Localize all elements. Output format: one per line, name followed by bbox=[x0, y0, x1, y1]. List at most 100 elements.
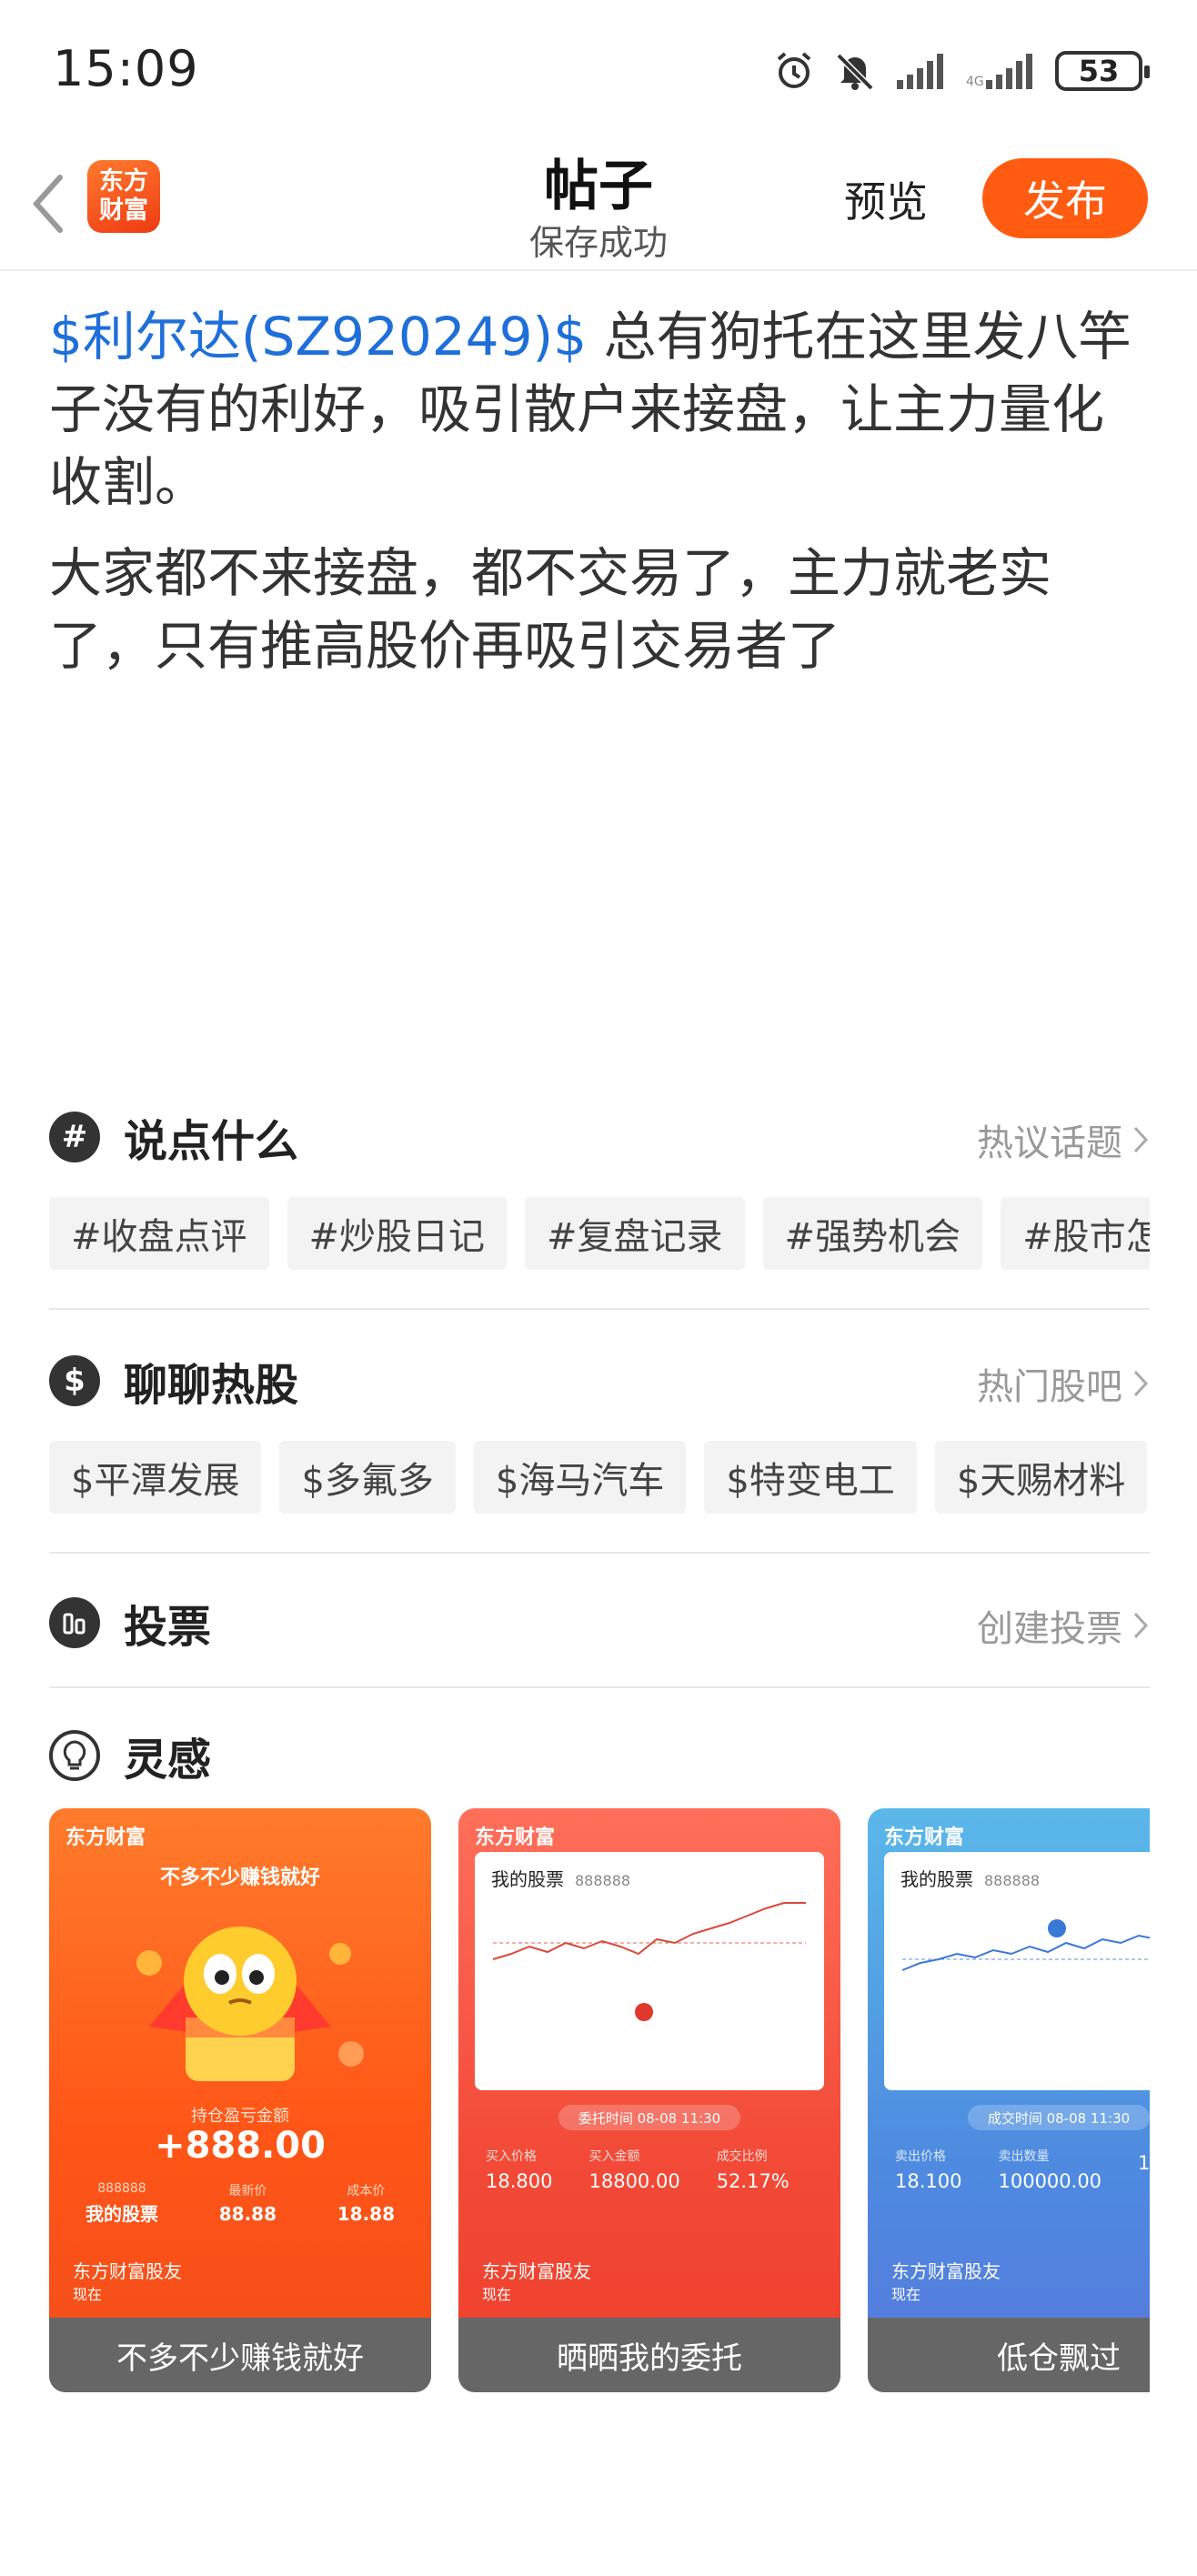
topic-chip[interactable]: #炒股日记 bbox=[287, 1197, 508, 1270]
cost-label: 成本价 bbox=[347, 2184, 386, 2199]
inspiration-cards: 东方财富 不多不少赚钱就好 持仓盈亏金额 +888.00 888888 我的股票 bbox=[49, 1808, 1150, 2392]
footer-time: 现在 bbox=[482, 2286, 512, 2303]
signal-icon bbox=[897, 54, 943, 89]
order-stat-value: 52.17% bbox=[716, 2170, 790, 2192]
card-footer: 东方财富股友 现在 bbox=[482, 2259, 591, 2307]
hot-stocks-section: $ 聊聊热股 热门股吧 $平潭发展 $多氟多 $海马汽车 $特变电工 $天赐材料 bbox=[49, 1344, 1150, 1514]
order-stat: 成交比例 52.17% bbox=[717, 2147, 790, 2192]
footer-name: 东方财富股友 bbox=[891, 2260, 1001, 2282]
inspiration-section: 灵感 bbox=[49, 1719, 1150, 1792]
post-paragraph-1: $利尔达(SZ920249)$ 总有狗托在这里发八竿子没有的利好，吸引散户来接盘… bbox=[49, 300, 1152, 518]
order-stat-value: 18.800 bbox=[486, 2170, 553, 2192]
stock-chip[interactable]: $平潭发展 bbox=[49, 1441, 262, 1514]
hot-stocks-title: 聊聊热股 bbox=[124, 1360, 299, 1411]
deal-stat-label: 卖出价格 bbox=[895, 2149, 946, 2164]
inspiration-card[interactable]: 东方财富 我的股票 888888 委托时间 08-08 11:30 买入价格 18.… bbox=[458, 1808, 840, 2392]
card-caption: 不多不少赚钱就好 bbox=[49, 2318, 431, 2392]
card-caption: 晒晒我的委托 bbox=[458, 2318, 840, 2392]
hot-topics-label: 热议话题 bbox=[977, 1122, 1122, 1164]
hot-topics-link[interactable]: 热议话题 bbox=[977, 1113, 1150, 1166]
hot-stocks-link-label: 热门股吧 bbox=[977, 1366, 1122, 1408]
vote-title: 投票 bbox=[124, 1602, 212, 1653]
status-time: 15:09 bbox=[53, 40, 199, 97]
latest-label: 最新价 bbox=[228, 2184, 267, 2199]
order-stats: 买入价格 18.800 买入金额 18800.00 成交比例 52.17% bbox=[486, 2147, 822, 2192]
deal-stat: 卖出价格 18.100 bbox=[895, 2147, 961, 2192]
topics-section: # 说点什么 热议话题 #收盘点评 #炒股日记 #复盘记录 #强势机会 #股市怎 bbox=[49, 1101, 1150, 1270]
order-stat-label: 买入价格 bbox=[486, 2149, 537, 2164]
deal-stat: 18 bbox=[1138, 2147, 1150, 2192]
inspiration-header: 灵感 bbox=[49, 1719, 1150, 1792]
order-stat-value: 18800.00 bbox=[588, 2170, 680, 2192]
deal-stats: 卖出价格 18.100 卖出数量 100000.00 18 bbox=[895, 2147, 1150, 2192]
battery-indicator: 53 bbox=[1055, 51, 1150, 91]
footer-name: 东方财富股友 bbox=[73, 2260, 182, 2282]
lightbulb-icon bbox=[49, 1730, 100, 1781]
card-banner: 不多不少赚钱就好 bbox=[159, 1867, 320, 1889]
stock-chip[interactable]: $特变电工 bbox=[704, 1441, 917, 1514]
stock-chip[interactable]: $天赐材料 bbox=[934, 1441, 1148, 1514]
card-caption: 低仓飘过 bbox=[868, 2318, 1150, 2392]
card-brand: 东方财富 bbox=[884, 1826, 965, 1849]
stock-tag-link[interactable]: $利尔达(SZ920249)$ bbox=[49, 306, 587, 367]
order-stat: 买入金额 18800.00 bbox=[588, 2147, 679, 2192]
footer-time: 现在 bbox=[73, 2286, 103, 2303]
chevron-right-icon bbox=[1133, 1126, 1149, 1153]
alarm-icon bbox=[777, 52, 811, 88]
order-stat-label: 成交比例 bbox=[716, 2149, 768, 2164]
publish-button[interactable]: 发布 bbox=[982, 158, 1148, 238]
pnl-label: 持仓盈亏金额 bbox=[191, 2107, 289, 2126]
hashtag-icon: # bbox=[49, 1112, 100, 1162]
latest-value: 88.88 bbox=[218, 2203, 277, 2225]
card-stats: 888888 我的股票 最新价 88.88 成本价 18.88 bbox=[86, 2181, 395, 2226]
order-stat: 买入价格 18.800 bbox=[486, 2147, 552, 2192]
order-time-pill: 委托时间 08-08 11:30 bbox=[558, 2105, 740, 2130]
topic-chip[interactable]: #强势机会 bbox=[762, 1197, 983, 1270]
mini-chart: 我的股票 888888 bbox=[475, 1852, 824, 2090]
post-editor[interactable]: $利尔达(SZ920249)$ 总有狗托在这里发八竿子没有的利好，吸引散户来接盘… bbox=[49, 300, 1152, 700]
topic-chip[interactable]: #股市怎 bbox=[1001, 1197, 1150, 1270]
deal-stat: 卖出数量 100000.00 bbox=[998, 2147, 1101, 2192]
price-line-chart bbox=[901, 1919, 1150, 1971]
topic-chip[interactable]: #复盘记录 bbox=[525, 1197, 745, 1270]
mascot-illustration bbox=[136, 1927, 364, 2081]
deal-time-pill: 成交时间 08-08 11:30 bbox=[968, 2105, 1150, 2130]
inspiration-title: 灵感 bbox=[124, 1735, 212, 1786]
divider bbox=[49, 1686, 1150, 1688]
footer-time: 现在 bbox=[891, 2286, 921, 2303]
signal-icon-2: 4G bbox=[966, 54, 1032, 89]
deal-stat-value: 100000.00 bbox=[998, 2170, 1102, 2192]
app-header: 东方 财富 帖子 保存成功 预览 发布 bbox=[0, 136, 1197, 271]
inspiration-card[interactable]: 东方财富 我的股票 888888 成交时间 08-08 11:30 卖出价格 18.… bbox=[868, 1808, 1150, 2392]
card-brand: 东方财富 bbox=[65, 1826, 146, 1849]
hot-stocks-header: $ 聊聊热股 热门股吧 bbox=[49, 1344, 1150, 1417]
price-line-chart bbox=[492, 1902, 806, 2021]
status-bar: 15:09 4G 53 bbox=[0, 0, 1197, 136]
preview-button[interactable]: 预览 bbox=[844, 169, 928, 229]
topics-title: 说点什么 bbox=[124, 1116, 299, 1167]
stock-chip[interactable]: $海马汽车 bbox=[473, 1441, 687, 1514]
svg-text:4G: 4G bbox=[966, 75, 984, 89]
stock-name: 我的股票 bbox=[86, 2203, 158, 2225]
stock-code: 888888 bbox=[97, 2181, 146, 2196]
card-brand: 东方财富 bbox=[475, 1826, 556, 1849]
pnl-value: +888.00 bbox=[155, 2125, 326, 2167]
order-stat-label: 买入金额 bbox=[588, 2149, 640, 2164]
stock-chip[interactable]: $多氟多 bbox=[279, 1441, 456, 1514]
dollar-icon: $ bbox=[49, 1355, 100, 1406]
topic-chip[interactable]: #收盘点评 bbox=[49, 1197, 269, 1270]
inspiration-card[interactable]: 东方财富 不多不少赚钱就好 持仓盈亏金额 +888.00 888888 我的股票 bbox=[49, 1808, 431, 2392]
divider bbox=[49, 1552, 1150, 1554]
cost-value: 18.88 bbox=[337, 2203, 395, 2225]
chevron-right-icon bbox=[1133, 1612, 1149, 1639]
topic-chips: #收盘点评 #炒股日记 #复盘记录 #强势机会 #股市怎 bbox=[49, 1197, 1150, 1270]
footer-name: 东方财富股友 bbox=[482, 2260, 591, 2282]
card-footer: 东方财富股友 现在 bbox=[891, 2259, 1001, 2307]
stat-stock: 888888 我的股票 bbox=[86, 2181, 158, 2226]
create-vote-link[interactable]: 创建投票 bbox=[977, 1599, 1150, 1652]
stock-chips: $平潭发展 $多氟多 $海马汽车 $特变电工 $天赐材料 bbox=[49, 1441, 1150, 1514]
hot-stocks-link[interactable]: 热门股吧 bbox=[977, 1357, 1150, 1410]
topics-header: # 说点什么 热议话题 bbox=[49, 1101, 1150, 1173]
deal-stat-value: 18.100 bbox=[895, 2170, 962, 2192]
stat-latest: 最新价 88.88 bbox=[219, 2181, 277, 2226]
